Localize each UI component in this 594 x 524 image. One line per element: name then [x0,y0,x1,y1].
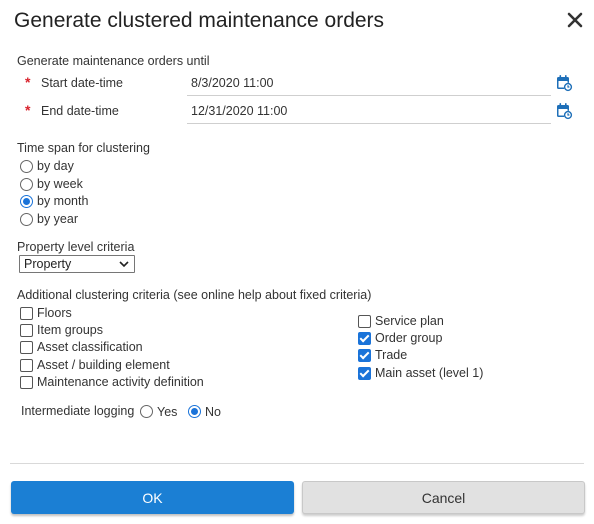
chevron-down-icon [119,261,129,268]
property-level-label: Property level criteria [17,240,135,254]
start-date-input[interactable] [187,71,551,96]
end-date-label: End date-time [41,104,119,118]
radio-by-day-label: by day [37,159,74,173]
checkbox-asset-classification-label: Asset classification [37,340,143,354]
checkbox-order-group[interactable] [358,332,371,345]
dialog-title: Generate clustered maintenance orders [14,9,385,32]
radio-logging-no[interactable] [188,405,201,418]
property-level-value: Property [24,257,72,271]
cancel-button[interactable]: Cancel [302,481,585,514]
radio-logging-no-label: No [205,405,221,419]
radio-logging-yes-label: Yes [157,405,178,419]
footer-divider [10,463,584,464]
checkbox-floors[interactable] [20,307,33,320]
checkbox-service-plan[interactable] [358,315,371,328]
checkbox-asset-classification[interactable] [20,341,33,354]
calendar-icon[interactable] [555,74,573,92]
radio-by-week-label: by week [37,177,83,191]
checkbox-order-group-label: Order group [375,331,443,345]
required-marker: * [25,102,31,118]
radio-by-year[interactable] [20,213,33,226]
time-span-label: Time span for clustering [17,141,150,155]
radio-by-month-label: by month [37,194,89,208]
end-date-input[interactable] [187,99,551,124]
intermediate-logging-label: Intermediate logging [21,404,135,418]
checkbox-asset-building-element[interactable] [20,359,33,372]
generate-until-label: Generate maintenance orders until [17,54,210,68]
start-date-label: Start date-time [41,76,123,90]
additional-criteria-label: Additional clustering criteria (see onli… [17,288,372,302]
radio-by-day[interactable] [20,160,33,173]
radio-by-week[interactable] [20,178,33,191]
required-marker: * [25,74,31,90]
checkbox-service-plan-label: Service plan [375,314,444,328]
close-icon[interactable] [563,8,587,32]
checkbox-maintenance-activity-label: Maintenance activity definition [37,375,204,389]
checkbox-item-groups-label: Item groups [37,323,104,337]
radio-by-month[interactable] [20,195,33,208]
checkbox-trade[interactable] [358,349,371,362]
ok-button[interactable]: OK [11,481,294,514]
radio-logging-yes[interactable] [140,405,153,418]
calendar-icon[interactable] [555,102,573,120]
checkbox-trade-label: Trade [375,348,408,362]
checkbox-maintenance-activity[interactable] [20,376,33,389]
checkbox-item-groups[interactable] [20,324,33,337]
radio-by-year-label: by year [37,212,78,226]
property-level-select[interactable]: Property [19,255,135,273]
checkbox-asset-building-element-label: Asset / building element [37,358,170,372]
generate-orders-dialog: Generate clustered maintenance orders Ge… [0,0,594,524]
checkbox-main-asset-label: Main asset (level 1) [375,366,484,380]
checkbox-floors-label: Floors [37,306,72,320]
checkbox-main-asset[interactable] [358,367,371,380]
